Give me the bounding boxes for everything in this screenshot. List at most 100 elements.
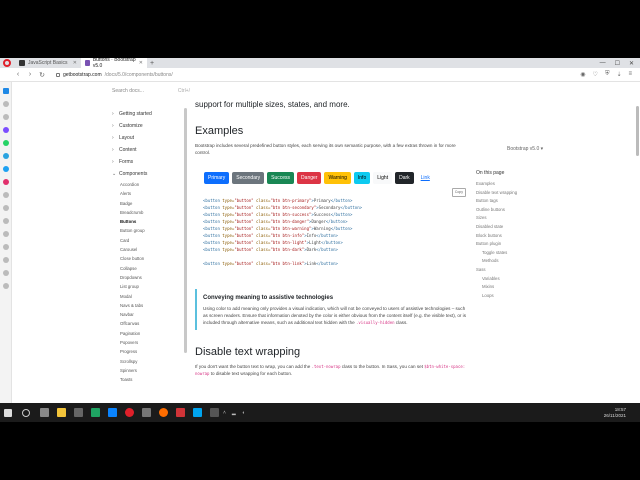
task-view-icon[interactable] [40,408,49,417]
nav-group-components[interactable]: ⌄ Components [112,168,182,180]
nav-item-toasts[interactable]: Toasts [120,375,182,384]
sidebar-scrollbar[interactable] [184,108,187,353]
nav-item-button-group[interactable]: Button group [120,226,182,235]
nav-item-alerts[interactable]: Alerts [120,189,182,198]
toc-item[interactable]: Disabled state [476,223,546,232]
nav-group-layout[interactable]: › Layout [112,132,182,144]
opera-taskbar-icon[interactable] [125,408,134,417]
toc-item[interactable]: Mixins [476,283,546,292]
heart-icon[interactable]: ♡ [593,71,598,78]
minimize-icon[interactable]: — [600,60,606,67]
taskbar-clock[interactable]: 18:57 26/11/2021 [604,407,640,419]
nav-group-content[interactable]: › Content [112,144,182,156]
toc-item[interactable]: Examples [476,180,546,189]
download-list-icon[interactable] [2,244,9,250]
nav-item-pagination[interactable]: Pagination [120,329,182,338]
chevron-up-icon[interactable]: ˄ [223,410,226,416]
danger-button[interactable]: Danger [297,172,322,184]
extensions-icon[interactable] [2,257,9,263]
forward-icon[interactable]: › [24,71,36,78]
opera-logo-icon[interactable] [3,59,11,67]
network-icon[interactable]: ▂ [232,410,236,416]
nav-item-navbar[interactable]: Navbar [120,310,182,319]
nav-item-accordion[interactable]: Accordion [120,180,182,189]
firefox-icon[interactable] [159,408,168,417]
bookmarks-heart-icon[interactable] [2,218,9,224]
nav-item-offcanvas[interactable]: Offcanvas [120,319,182,328]
close-tab-icon[interactable]: ✕ [139,60,143,66]
secondary-button[interactable]: Secondary [232,172,265,184]
toc-item[interactable]: Button plugin [476,240,546,249]
link-button[interactable]: Link [417,172,434,184]
close-tab-icon[interactable]: ✕ [73,60,77,66]
toc-item[interactable]: Block buttons [476,232,546,241]
nav-item-spinners[interactable]: Spinners [120,366,182,375]
windows-start-icon[interactable] [4,408,12,417]
cube-icon[interactable] [2,205,9,211]
nav-item-badge[interactable]: Badge [120,199,182,208]
toc-item[interactable]: Disable text wrapping [476,189,546,198]
app-icon[interactable] [91,408,100,417]
primary-button[interactable]: Primary [204,172,230,184]
whatsapp-icon[interactable] [2,140,9,146]
toc-item[interactable]: Outline buttons [476,206,546,215]
toc-item[interactable]: Variables [476,275,546,284]
tab-javascript[interactable]: JavaScript Basics ✕ [15,58,81,68]
toc-item[interactable]: Toggle states [476,249,546,258]
version-dropdown[interactable]: Bootstrap v5.0 ▾ [507,146,543,152]
nav-item-list-group[interactable]: List group [120,282,182,291]
reload-icon[interactable]: ↻ [36,71,48,79]
messenger-icon[interactable] [2,127,9,133]
nav-item-scrollspy[interactable]: Scrollspy [120,357,182,366]
shield-icon[interactable]: ⛨ [605,71,610,78]
history-icon[interactable] [2,231,9,237]
speed-dial-icon[interactable] [2,88,9,94]
nav-item-carousel[interactable]: Carousel [120,245,182,254]
warning-button[interactable]: Warning [324,172,351,184]
download-icon[interactable]: ⇣ [616,71,621,78]
page-scrollbar[interactable] [636,106,639,156]
app-icon[interactable] [193,408,202,417]
maximize-icon[interactable]: ☐ [615,60,620,67]
url-field[interactable]: getbootstrap.com/docs/5.0/components/but… [56,72,173,78]
nav-item-dropdowns[interactable]: Dropdowns [120,273,182,282]
toc-item[interactable]: Methods [476,257,546,266]
camera-icon[interactable]: ◉ [580,71,585,78]
toc-item[interactable]: Loops [476,292,546,301]
nav-item-card[interactable]: Card [120,236,182,245]
nav-group-customize[interactable]: › Customize [112,120,182,132]
close-window-icon[interactable]: ✕ [629,60,634,67]
telegram-icon[interactable] [2,153,9,159]
nav-item-buttons[interactable]: Buttons [120,217,182,226]
twitter-icon[interactable] [2,166,9,172]
clock-icon[interactable] [2,192,9,198]
file-explorer-icon[interactable] [57,408,66,417]
instagram-icon[interactable] [2,179,9,185]
home-icon[interactable] [2,101,9,107]
toc-item[interactable]: Sizes [476,214,546,223]
lightbulb-icon[interactable] [2,283,9,289]
nav-item-modal[interactable]: Modal [120,292,182,301]
nav-item-popovers[interactable]: Popovers [120,338,182,347]
toc-item[interactable]: Sass [476,266,546,275]
nav-item-navs-tabs[interactable]: Navs & tabs [120,301,182,310]
nav-item-breadcrumb[interactable]: Breadcrumb [120,208,182,217]
nav-group-forms[interactable]: › Forms [112,156,182,168]
light-button[interactable]: Light [373,172,393,184]
store-icon[interactable] [74,408,83,417]
app-icon[interactable] [176,408,185,417]
docs-search[interactable]: Search docs... Ctrl+/ [112,88,190,97]
star-icon[interactable] [2,114,9,120]
dark-button[interactable]: Dark [395,172,414,184]
search-icon[interactable] [22,408,30,417]
settings-icon[interactable]: ≡ [628,71,632,78]
nav-item-collapse[interactable]: Collapse [120,264,182,273]
volume-icon[interactable]: ◖ [242,410,245,416]
app-icon[interactable] [142,408,151,417]
copy-button[interactable]: Copy [451,188,466,197]
edge-icon[interactable] [108,408,117,417]
success-button[interactable]: Success [267,172,295,184]
tab-bootstrap-buttons[interactable]: Buttons · Bootstrap v5.0 ✕ [81,58,147,69]
nav-group-getting-started[interactable]: › Getting started [112,108,182,120]
nav-item-progress[interactable]: Progress [120,347,182,356]
